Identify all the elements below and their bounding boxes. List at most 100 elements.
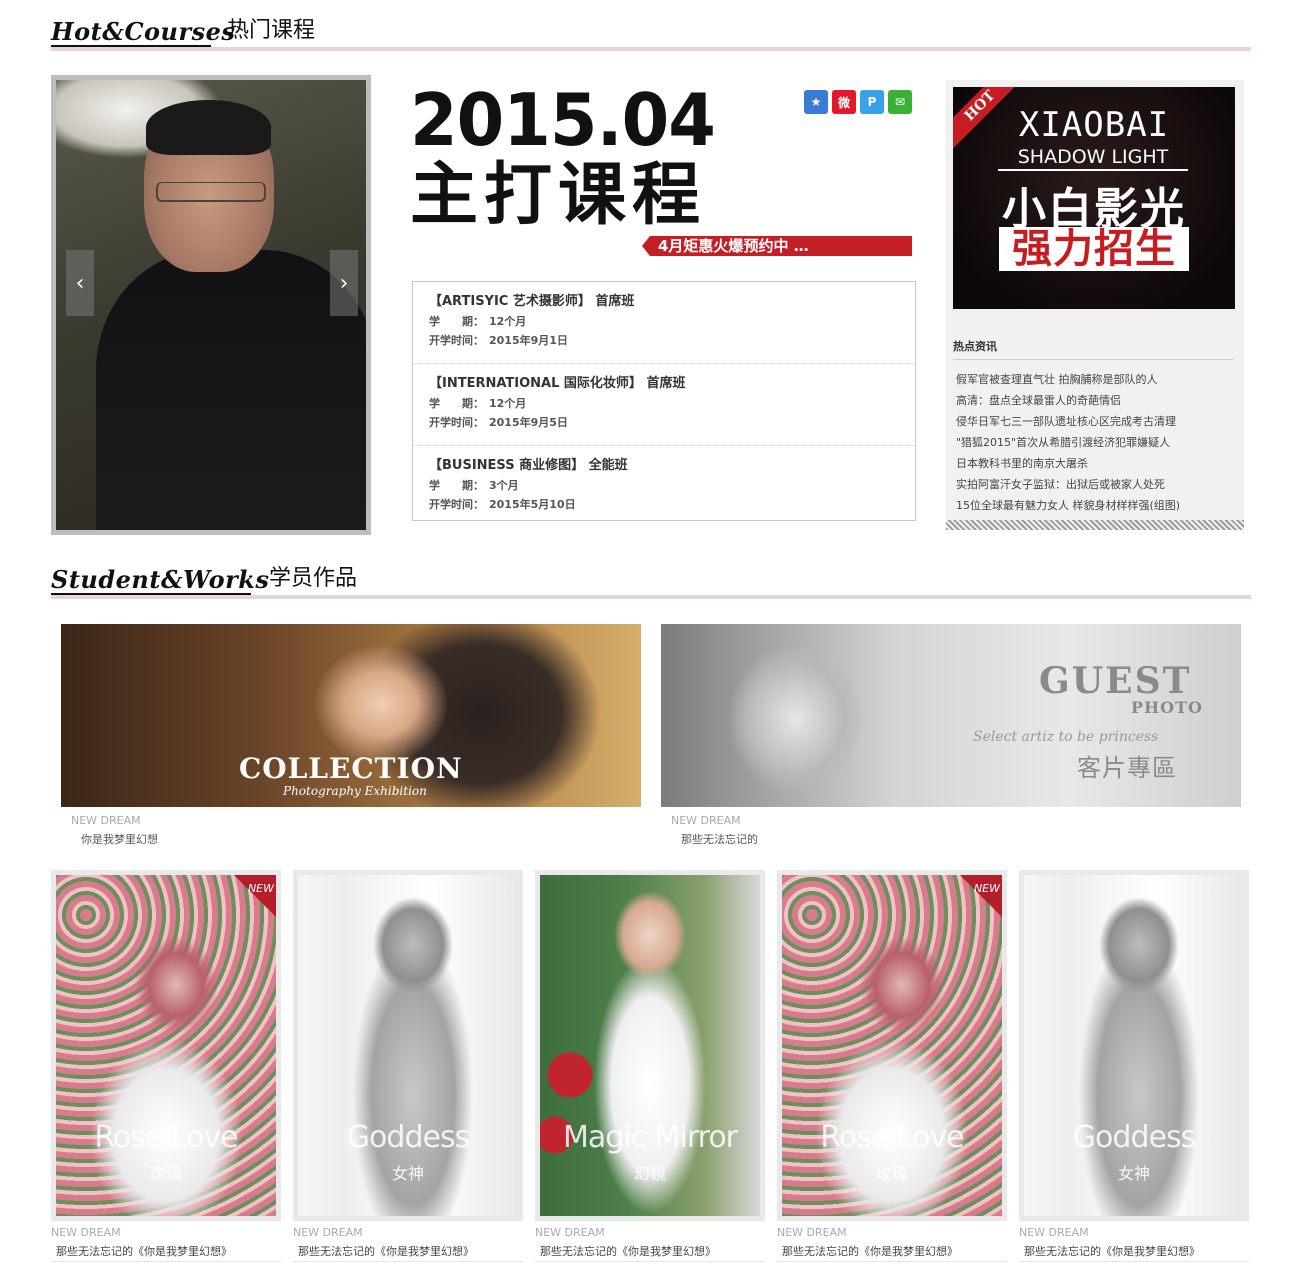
- work-card-caption-zh[interactable]: 那些无法忘记的《你是我梦里幻想》: [56, 1243, 232, 1259]
- work-title-2: PHOTO: [1131, 698, 1203, 717]
- work-card-caption-en: NEW DREAM: [1019, 1226, 1089, 1239]
- divider: [51, 47, 1251, 51]
- work-card-image: NEW Rose Love 玫瑰: [782, 875, 1002, 1216]
- term-label: 学 期：: [429, 479, 484, 492]
- chevron-right-icon: ›: [339, 270, 349, 296]
- work-card-title-zh: 女神: [1117, 1164, 1150, 1183]
- poster-brand: XIAOBAI: [1018, 105, 1170, 145]
- section-title-en: Hot&Courses: [51, 17, 236, 46]
- news-item[interactable]: 侵华日军七三一部队遗址核心区完成考古清理: [956, 411, 1180, 432]
- course-title[interactable]: 【INTERNATIONAL 国际化妆师】 首席班: [429, 374, 899, 394]
- news-list: 假军官被查理直气壮 拍胸脯称是部队的人 高清：盘点全球最雷人的奇葩情侣 侵华日军七三…: [956, 369, 1180, 516]
- work-card[interactable]: NEW Rose Love 玫瑰: [777, 870, 1007, 1221]
- work-card-title: Magic Mirror: [562, 1120, 738, 1155]
- news-item[interactable]: 15位全球最有魅力女人 样貌身材样样强(组图): [956, 495, 1180, 516]
- wechat-icon[interactable]: ✉: [888, 90, 912, 114]
- work-card-caption-en: NEW DREAM: [51, 1226, 121, 1239]
- course-term: 学 期： 12个月: [429, 312, 899, 331]
- course-title[interactable]: 【BUSINESS 商业修图】 全能班: [429, 456, 899, 476]
- card-divider: [293, 1261, 523, 1262]
- work-card-title-zh: 幻镜: [633, 1164, 666, 1183]
- student-works-header: Student&Works 学员作品: [51, 565, 1251, 599]
- slider-photo: ‹ ›: [56, 80, 366, 530]
- divider: [51, 595, 1251, 599]
- news-item[interactable]: 高清：盘点全球最雷人的奇葩情侣: [956, 390, 1180, 411]
- term-value: 12个月: [489, 397, 527, 410]
- decorative-stripe: [946, 520, 1244, 530]
- poster-slogan: 强力招生: [999, 227, 1189, 271]
- start-label: 开学时间：: [429, 334, 484, 347]
- work-card-image: Goddess 女神: [298, 875, 518, 1216]
- course-item[interactable]: 【INTERNATIONAL 国际化妆师】 首席班学 期： 12个月开学时间： 20…: [413, 364, 915, 446]
- work-card-title-zh: 玫瑰: [149, 1164, 182, 1183]
- start-label: 开学时间：: [429, 498, 484, 511]
- news-title: 热点资讯: [953, 338, 1234, 360]
- work-card[interactable]: Goddess 女神: [293, 870, 523, 1221]
- term-label: 学 期：: [429, 315, 484, 328]
- term-label: 学 期：: [429, 397, 484, 410]
- new-badge-label: NEW: [247, 882, 274, 895]
- work-card-caption-zh[interactable]: 那些无法忘记的《你是我梦里幻想》: [298, 1243, 474, 1259]
- news-item[interactable]: 实拍阿富汗女子监狱：出狱后或被家人处死: [956, 474, 1180, 495]
- work-collection[interactable]: COLLECTION Photography Exhibition: [61, 624, 641, 807]
- weibo-icon[interactable]: 微: [832, 90, 856, 114]
- work-card-image: Magic Mirror 幻镜: [540, 875, 760, 1216]
- hot-panel: HOT XIAOBAI SHADOW LIGHT 小白影光 强力招生 热点资讯 …: [946, 80, 1244, 530]
- card-divider: [535, 1261, 765, 1262]
- banner-title: 主打课程: [410, 156, 707, 235]
- work-card-caption-en: NEW DREAM: [777, 1226, 847, 1239]
- course-item[interactable]: 【BUSINESS 商业修图】 全能班学 期： 3个月 开学时间： 2015年5月10…: [413, 446, 915, 528]
- promo-ribbon[interactable]: 4月矩惠火爆预约中 …: [642, 236, 912, 256]
- share-bar: ★ 微 P ✉: [804, 90, 912, 114]
- work-caption-zh[interactable]: 那些无法忘记的: [681, 831, 758, 847]
- work-card-title: Goddess: [1072, 1120, 1196, 1155]
- news-item[interactable]: "猎狐2015"首次从希腊引渡经济犯罪嫌疑人: [956, 432, 1180, 453]
- slider-next-button[interactable]: ›: [330, 250, 358, 316]
- work-title: COLLECTION: [239, 752, 463, 785]
- work-tagline: Select artiz to be princess: [973, 729, 1159, 745]
- work-card[interactable]: Goddess 女神: [1019, 870, 1249, 1221]
- poster-subtitle: SHADOW LIGHT: [998, 145, 1188, 171]
- work-card-caption-zh[interactable]: 那些无法忘记的《你是我梦里幻想》: [782, 1243, 958, 1259]
- course-start: 开学时间： 2015年5月10日: [429, 495, 899, 514]
- course-item[interactable]: 【ARTISYIC 艺术摄影师】 首席班学 期： 12个月 开学时间： 2015年9月…: [413, 282, 915, 364]
- start-value: 2015年5月10日: [489, 498, 576, 511]
- tencent-weibo-icon[interactable]: P: [860, 90, 884, 114]
- course-term: 学 期： 3个月: [429, 476, 899, 495]
- work-card-title: Rose Love: [94, 1120, 238, 1155]
- term-value: 12个月: [489, 315, 527, 328]
- work-card-title: Goddess: [346, 1120, 470, 1155]
- work-card[interactable]: Magic Mirror 幻镜: [535, 870, 765, 1221]
- work-caption-zh[interactable]: 你是我梦里幻想: [81, 831, 158, 847]
- term-value: 3个月: [489, 479, 519, 492]
- work-card-title-zh: 女神: [391, 1164, 424, 1183]
- recruit-poster[interactable]: HOT XIAOBAI SHADOW LIGHT 小白影光 强力招生: [953, 87, 1235, 309]
- card-divider: [51, 1261, 281, 1262]
- slider-prev-button[interactable]: ‹: [66, 250, 94, 316]
- card-divider: [777, 1261, 1007, 1262]
- start-value: 2015年9月5日: [489, 416, 568, 429]
- work-title: GUEST: [1039, 660, 1192, 702]
- section-title-en: Student&Works: [51, 565, 270, 594]
- work-title-zh: 客片專區: [1077, 754, 1177, 782]
- work-card-caption-zh[interactable]: 那些无法忘记的《你是我梦里幻想》: [540, 1243, 716, 1259]
- work-card-title: Rose Love: [820, 1120, 964, 1155]
- course-title[interactable]: 【ARTISYIC 艺术摄影师】 首席班: [429, 292, 899, 312]
- section-title-zh: 学员作品: [269, 566, 358, 591]
- work-card[interactable]: NEW Rose Love 玫瑰: [51, 870, 281, 1221]
- work-card-caption-en: NEW DREAM: [293, 1226, 363, 1239]
- card-divider: [1019, 1261, 1249, 1262]
- work-card-caption-zh[interactable]: 那些无法忘记的《你是我梦里幻想》: [1024, 1243, 1200, 1259]
- news-item[interactable]: 日本教科书里的南京大屠杀: [956, 453, 1180, 474]
- work-card-image: Goddess 女神: [1024, 875, 1244, 1216]
- work-guest-photo[interactable]: GUEST PHOTO Select artiz to be princess …: [661, 624, 1241, 807]
- work-caption-en: NEW DREAM: [671, 814, 741, 827]
- new-badge-label: NEW: [973, 882, 1000, 895]
- course-start: 开学时间： 2015年9月5日: [429, 413, 899, 432]
- qzone-icon[interactable]: ★: [804, 90, 828, 114]
- course-list: 【ARTISYIC 艺术摄影师】 首席班学 期： 12个月 开学时间： 2015年9月…: [412, 281, 916, 521]
- course-term: 学 期： 12个月: [429, 394, 899, 413]
- work-caption-en: NEW DREAM: [71, 814, 141, 827]
- hot-courses-header: Hot&Courses 热门课程: [51, 17, 1251, 51]
- news-item[interactable]: 假军官被查理直气壮 拍胸脯称是部队的人: [956, 369, 1180, 390]
